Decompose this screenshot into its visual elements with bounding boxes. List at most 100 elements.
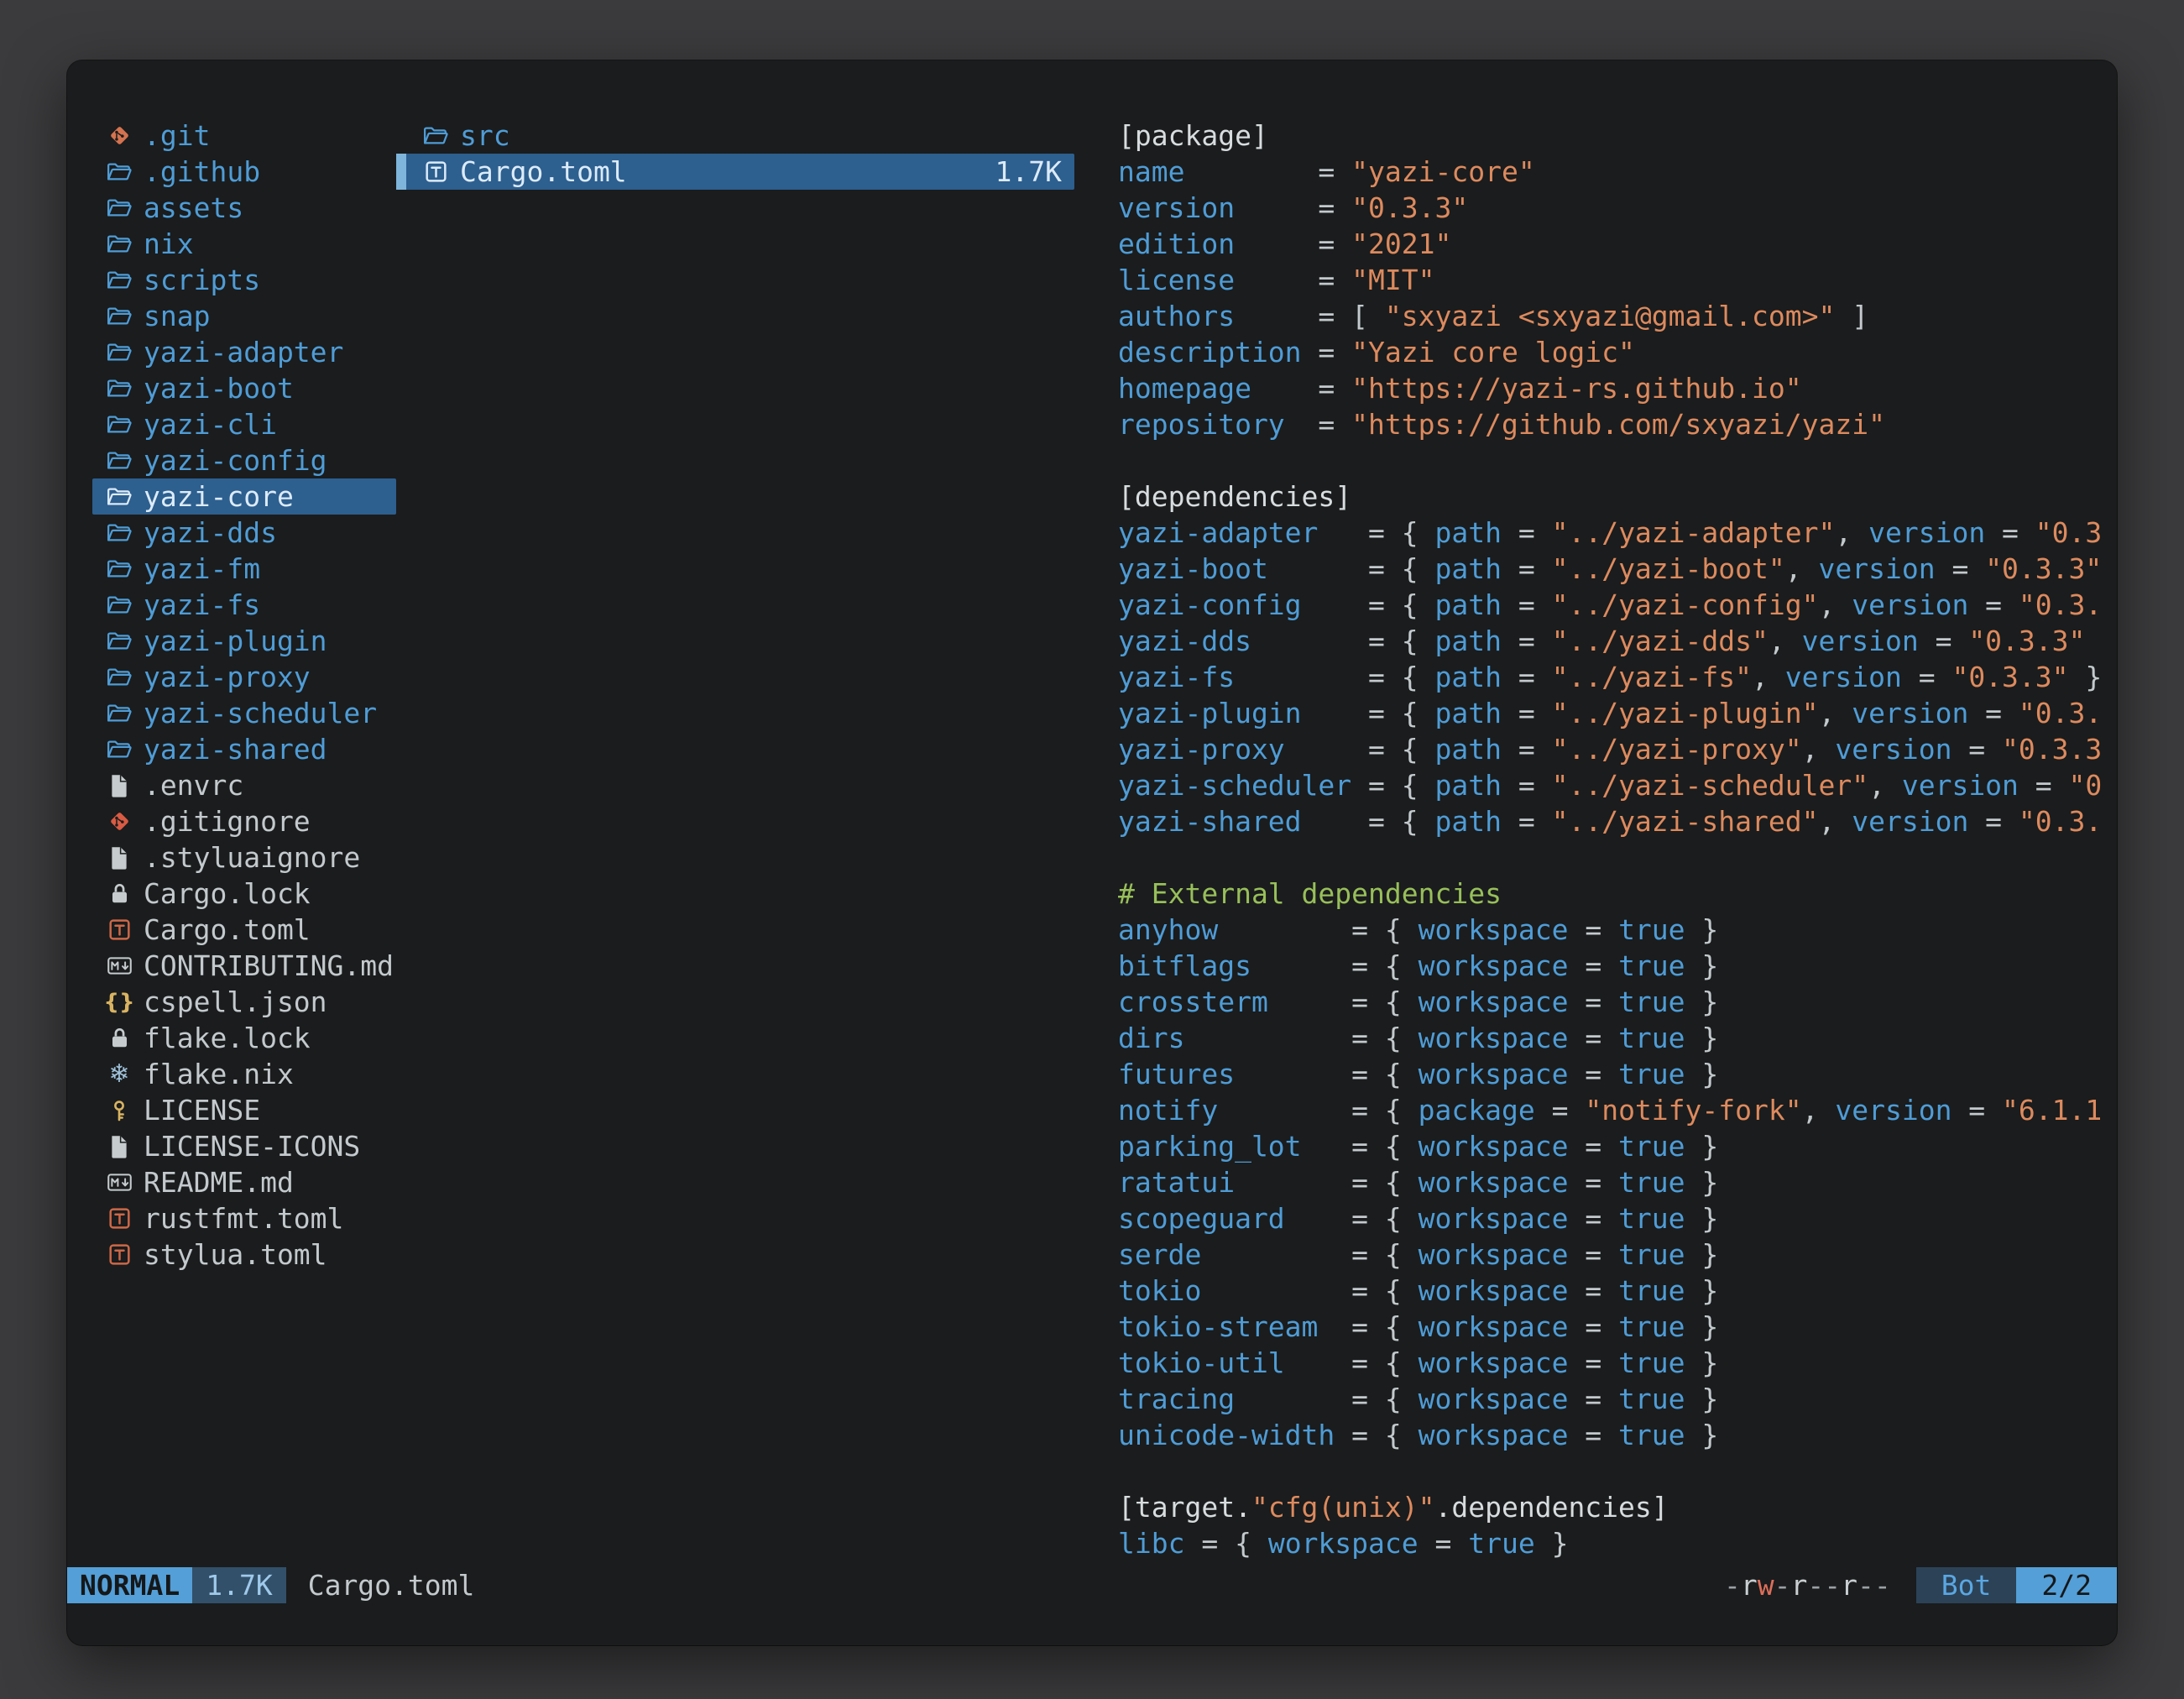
file-entry[interactable]: {}cspell.json [92, 984, 396, 1020]
file-entry[interactable]: Cargo.toml1.7K [396, 154, 1074, 190]
syntax-token: workspace [1419, 1058, 1569, 1090]
syntax-token: , [1835, 516, 1868, 549]
syntax-token: = [1568, 1202, 1618, 1235]
file-entry[interactable]: .styluaignore [92, 839, 396, 876]
parent-directory-pane: .git.githubassetsnixscriptssnapyazi-adap… [92, 118, 396, 1567]
syntax-token: workspace [1419, 1346, 1569, 1379]
file-entry[interactable]: Cargo.toml [92, 912, 396, 948]
dir-entry[interactable]: yazi-plugin [92, 623, 396, 659]
dir-entry[interactable]: yazi-proxy [92, 659, 396, 695]
syntax-token: futures [1118, 1058, 1235, 1090]
dir-entry[interactable]: yazi-boot [92, 370, 396, 406]
entry-label: LICENSE [144, 1094, 260, 1127]
dir-entry[interactable]: yazi-cli [92, 406, 396, 442]
syntax-token: [target. [1118, 1491, 1251, 1524]
syntax-token: = [1235, 227, 1351, 260]
syntax-token: workspace [1419, 1419, 1569, 1451]
folder-icon [105, 301, 133, 332]
syntax-token: = [1502, 769, 1552, 802]
file-entry[interactable]: LICENSE-ICONS [92, 1128, 396, 1164]
folder-icon [421, 121, 450, 151]
dir-entry[interactable]: yazi-fs [92, 587, 396, 623]
dir-entry[interactable]: yazi-fm [92, 551, 396, 587]
lock-icon [105, 879, 133, 909]
syntax-token: = [1968, 805, 2019, 838]
file-entry[interactable]: Cargo.lock [92, 876, 396, 912]
file-entry[interactable]: ❄flake.nix [92, 1056, 396, 1092]
dir-entry[interactable]: nix [92, 226, 396, 262]
file-icon [105, 843, 133, 873]
dir-entry[interactable]: src [396, 118, 1074, 154]
git-icon [105, 807, 133, 837]
syntax-token: = [1285, 408, 1351, 441]
dir-entry[interactable]: yazi-dds [92, 515, 396, 551]
syntax-token: version [1852, 805, 1968, 838]
file-entry[interactable]: .gitignore [92, 803, 396, 839]
dir-entry[interactable]: yazi-adapter [92, 334, 396, 370]
dir-entry[interactable]: assets [92, 190, 396, 226]
syntax-token: true [1618, 1383, 1685, 1415]
syntax-token: path [1435, 516, 1502, 549]
entry-label: LICENSE-ICONS [144, 1130, 360, 1163]
file-entry[interactable]: LICENSE [92, 1092, 396, 1128]
dir-entry[interactable]: .github [92, 154, 396, 190]
dir-entry[interactable]: scripts [92, 262, 396, 298]
dir-entry[interactable]: yazi-shared [92, 731, 396, 767]
syntax-token: = [1235, 191, 1351, 224]
preview-line: anyhow = { workspace = true } [1118, 912, 2108, 948]
syntax-token: "https://github.com/sxyazi/yazi" [1351, 408, 1885, 441]
syntax-token: workspace [1419, 1310, 1569, 1343]
dir-entry[interactable]: yazi-core [92, 478, 396, 515]
file-entry[interactable]: .envrc [92, 767, 396, 803]
syntax-token: "../yazi-fs" [1552, 661, 1752, 693]
syntax-token: = [1568, 1310, 1618, 1343]
syntax-token: version [1868, 516, 1985, 549]
syntax-token: version [1802, 625, 1919, 657]
syntax-token: bitflags [1118, 949, 1251, 982]
file-entry[interactable]: README.md [92, 1164, 396, 1200]
preview-line: serde = { workspace = true } [1118, 1236, 2108, 1273]
preview-line: edition = "2021" [1118, 226, 2108, 262]
syntax-token: = [1568, 949, 1618, 982]
dir-entry[interactable]: yazi-config [92, 442, 396, 478]
dir-entry[interactable]: .git [92, 118, 396, 154]
syntax-token: = [1568, 1274, 1618, 1307]
entry-label: Cargo.lock [144, 877, 311, 910]
file-entry[interactable]: flake.lock [92, 1020, 396, 1056]
preview-line: ratatui = { workspace = true } [1118, 1164, 2108, 1200]
entry-label: .gitignore [144, 805, 311, 838]
syntax-token: "../yazi-config" [1552, 588, 1819, 621]
preview-line: version = "0.3.3" [1118, 190, 2108, 226]
syntax-token: = { [1201, 1274, 1418, 1307]
syntax-token: , [1818, 805, 1852, 838]
entry-label: .envrc [144, 769, 243, 802]
entry-label: cspell.json [144, 985, 327, 1018]
entry-label: flake.lock [144, 1022, 311, 1054]
file-entry[interactable]: stylua.toml [92, 1236, 396, 1273]
file-manager-content: .git.githubassetsnixscriptssnapyazi-adap… [67, 60, 2117, 1567]
syntax-token: workspace [1419, 1022, 1569, 1054]
syntax-token: } [2069, 661, 2103, 693]
dir-entry[interactable]: yazi-scheduler [92, 695, 396, 731]
syntax-token: path [1435, 552, 1502, 585]
preview-line: yazi-proxy = { path = "../yazi-proxy", v… [1118, 731, 2108, 767]
syntax-token: "Yazi core logic" [1351, 336, 1635, 369]
entry-label: yazi-proxy [144, 661, 311, 693]
syntax-token: true [1618, 1202, 1685, 1235]
syntax-token: } [1685, 1166, 1719, 1199]
syntax-token: workspace [1419, 1238, 1569, 1271]
file-entry[interactable]: rustfmt.toml [92, 1200, 396, 1236]
file-preview-pane: [package]name = "yazi-core"version = "0.… [1118, 118, 2117, 1567]
syntax-token: } [1685, 1383, 1719, 1415]
permission-char: w [1758, 1567, 1774, 1603]
syntax-token: } [1685, 1130, 1719, 1163]
dir-entry[interactable]: snap [92, 298, 396, 334]
entry-label: README.md [144, 1166, 294, 1199]
entry-label: yazi-boot [144, 372, 294, 405]
syntax-token: = [1235, 264, 1351, 296]
entry-label: src [460, 119, 510, 152]
syntax-token: true [1618, 985, 1685, 1018]
folder-icon [105, 446, 133, 476]
preview-line: dirs = { workspace = true } [1118, 1020, 2108, 1056]
file-entry[interactable]: CONTRIBUTING.md [92, 948, 396, 984]
